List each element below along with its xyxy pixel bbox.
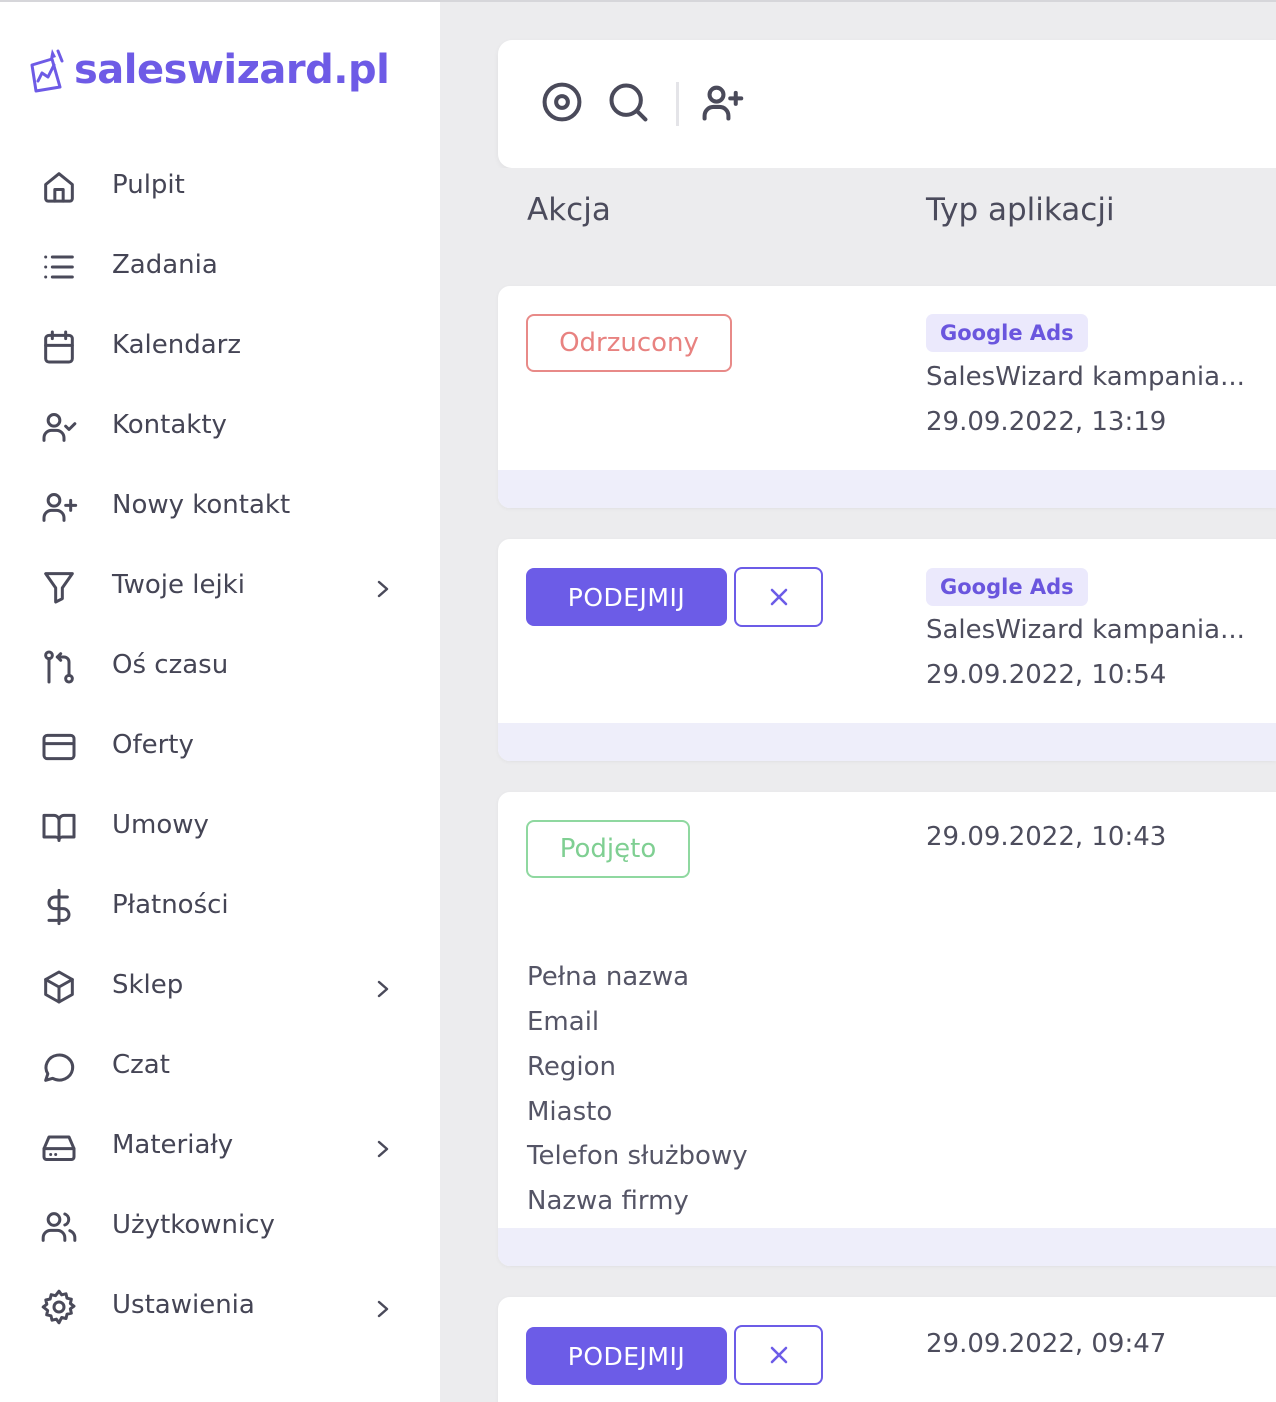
target-icon[interactable] — [540, 80, 584, 124]
sidebar-item-label: Kontakty — [112, 410, 227, 440]
app-type-tag: Google Ads — [926, 314, 1088, 352]
sidebar: saleswizard.pl Pulpit Zadania Kalendarz — [0, 2, 440, 1402]
sidebar-item-label: Sklep — [112, 970, 184, 1000]
row-date: 29.09.2022, 10:54 — [926, 660, 1167, 690]
take-action-button[interactable]: PODEJMIJ — [526, 568, 727, 626]
campaign-name[interactable]: SalesWizard kampania... — [926, 362, 1245, 392]
table-row[interactable]: Odrzucony Google Ads SalesWizard kampani… — [498, 286, 1276, 508]
credit-card-icon — [38, 726, 80, 768]
sidebar-item-label: Nowy kontakt — [112, 490, 291, 520]
row-footer — [498, 470, 1276, 508]
users-icon — [38, 1206, 80, 1248]
sidebar-item-materialy[interactable]: Materiały — [0, 1104, 440, 1184]
close-icon — [770, 588, 787, 606]
sidebar-item-kontakty[interactable]: Kontakty — [0, 384, 440, 464]
toolbar-divider — [676, 82, 679, 126]
hard-drive-icon — [38, 1126, 80, 1168]
row-footer — [498, 1228, 1276, 1266]
sidebar-item-label: Kalendarz — [112, 330, 241, 360]
column-header-typ-aplikacji[interactable]: Typ aplikacji — [926, 192, 1115, 228]
row-footer — [498, 723, 1276, 761]
sidebar-item-label: Zadania — [112, 250, 218, 280]
git-branch-icon — [38, 646, 80, 688]
sidebar-item-kalendarz[interactable]: Kalendarz — [0, 304, 440, 384]
campaign-name[interactable]: SalesWizard kampania... — [926, 615, 1245, 645]
field-label-region: Region — [527, 1052, 617, 1082]
reject-button[interactable] — [734, 567, 823, 627]
status-badge-accepted: Podjęto — [526, 820, 690, 878]
chat-icon — [38, 1046, 80, 1088]
sidebar-item-ustawienia[interactable]: Ustawienia — [0, 1264, 440, 1344]
column-header-akcja[interactable]: Akcja — [527, 192, 611, 228]
field-label-email: Email — [527, 1007, 600, 1037]
sidebar-item-label: Czat — [112, 1050, 170, 1080]
book-icon — [38, 806, 80, 848]
sidebar-item-label: Twoje lejki — [112, 570, 245, 600]
close-icon — [770, 1346, 787, 1364]
user-plus-icon — [38, 486, 80, 528]
field-label-full-name: Pełna nazwa — [527, 962, 690, 992]
gear-icon — [38, 1286, 80, 1328]
sidebar-item-os-czasu[interactable]: Oś czasu — [0, 624, 440, 704]
sidebar-item-label: Pulpit — [112, 170, 185, 200]
status-badge-rejected: Odrzucony — [526, 314, 732, 372]
sidebar-item-zadania[interactable]: Zadania — [0, 224, 440, 304]
row-date: 29.09.2022, 13:19 — [926, 407, 1167, 437]
sidebar-item-nowy-kontakt[interactable]: Nowy kontakt — [0, 464, 440, 544]
brand-name: saleswizard.pl — [74, 47, 390, 93]
user-plus-icon[interactable] — [700, 80, 744, 124]
sidebar-item-twoje-lejki[interactable]: Twoje lejki — [0, 544, 440, 624]
row-date: 29.09.2022, 10:43 — [926, 822, 1167, 852]
sidebar-item-label: Ustawienia — [112, 1290, 255, 1320]
table-row[interactable]: PODEJMIJ Google Ads SalesWizard kampania… — [498, 539, 1276, 761]
sidebar-item-umowy[interactable]: Umowy — [0, 784, 440, 864]
table-row[interactable]: PODEJMIJ 29.09.2022, 09:47 — [498, 1297, 1276, 1402]
table-header: Akcja Typ aplikacji — [498, 168, 1276, 272]
sidebar-nav: Pulpit Zadania Kalendarz Kontakty Nowy k… — [0, 144, 440, 1344]
sidebar-item-label: Użytkownicy — [112, 1210, 275, 1240]
search-icon[interactable] — [606, 80, 650, 124]
logo[interactable]: saleswizard.pl — [26, 44, 390, 96]
list-icon — [38, 246, 80, 288]
sidebar-item-label: Oferty — [112, 730, 194, 760]
take-action-button[interactable]: PODEJMIJ — [526, 1327, 727, 1385]
sidebar-item-label: Oś czasu — [112, 650, 229, 680]
field-label-company-name: Nazwa firmy — [527, 1186, 689, 1216]
chevron-right-icon[interactable] — [372, 1136, 394, 1162]
chevron-right-icon[interactable] — [372, 576, 394, 602]
sidebar-item-platnosci[interactable]: Płatności — [0, 864, 440, 944]
reject-button[interactable] — [734, 1325, 823, 1385]
sidebar-item-czat[interactable]: Czat — [0, 1024, 440, 1104]
calendar-icon — [38, 326, 80, 368]
field-label-work-phone: Telefon służbowy — [527, 1141, 748, 1171]
sidebar-item-oferty[interactable]: Oferty — [0, 704, 440, 784]
sidebar-item-label: Umowy — [112, 810, 209, 840]
app-type-tag: Google Ads — [926, 568, 1088, 606]
user-check-icon — [38, 406, 80, 448]
wizard-logo-icon — [30, 49, 64, 93]
sidebar-item-label: Płatności — [112, 890, 229, 920]
box-icon — [38, 966, 80, 1008]
field-label-city: Miasto — [527, 1097, 613, 1127]
sidebar-item-uzytkownicy[interactable]: Użytkownicy — [0, 1184, 440, 1264]
toolbar — [498, 40, 1276, 168]
chevron-right-icon[interactable] — [372, 976, 394, 1002]
dollar-icon — [38, 886, 80, 928]
home-icon — [38, 166, 80, 208]
sidebar-item-pulpit[interactable]: Pulpit — [0, 144, 440, 224]
sidebar-item-label: Materiały — [112, 1130, 234, 1160]
table-row[interactable]: Podjęto 29.09.2022, 10:43 Pełna nazwa Em… — [498, 792, 1276, 1266]
sidebar-item-sklep[interactable]: Sklep — [0, 944, 440, 1024]
row-date: 29.09.2022, 09:47 — [926, 1329, 1167, 1359]
chevron-right-icon[interactable] — [372, 1296, 394, 1322]
funnel-icon — [38, 566, 80, 608]
